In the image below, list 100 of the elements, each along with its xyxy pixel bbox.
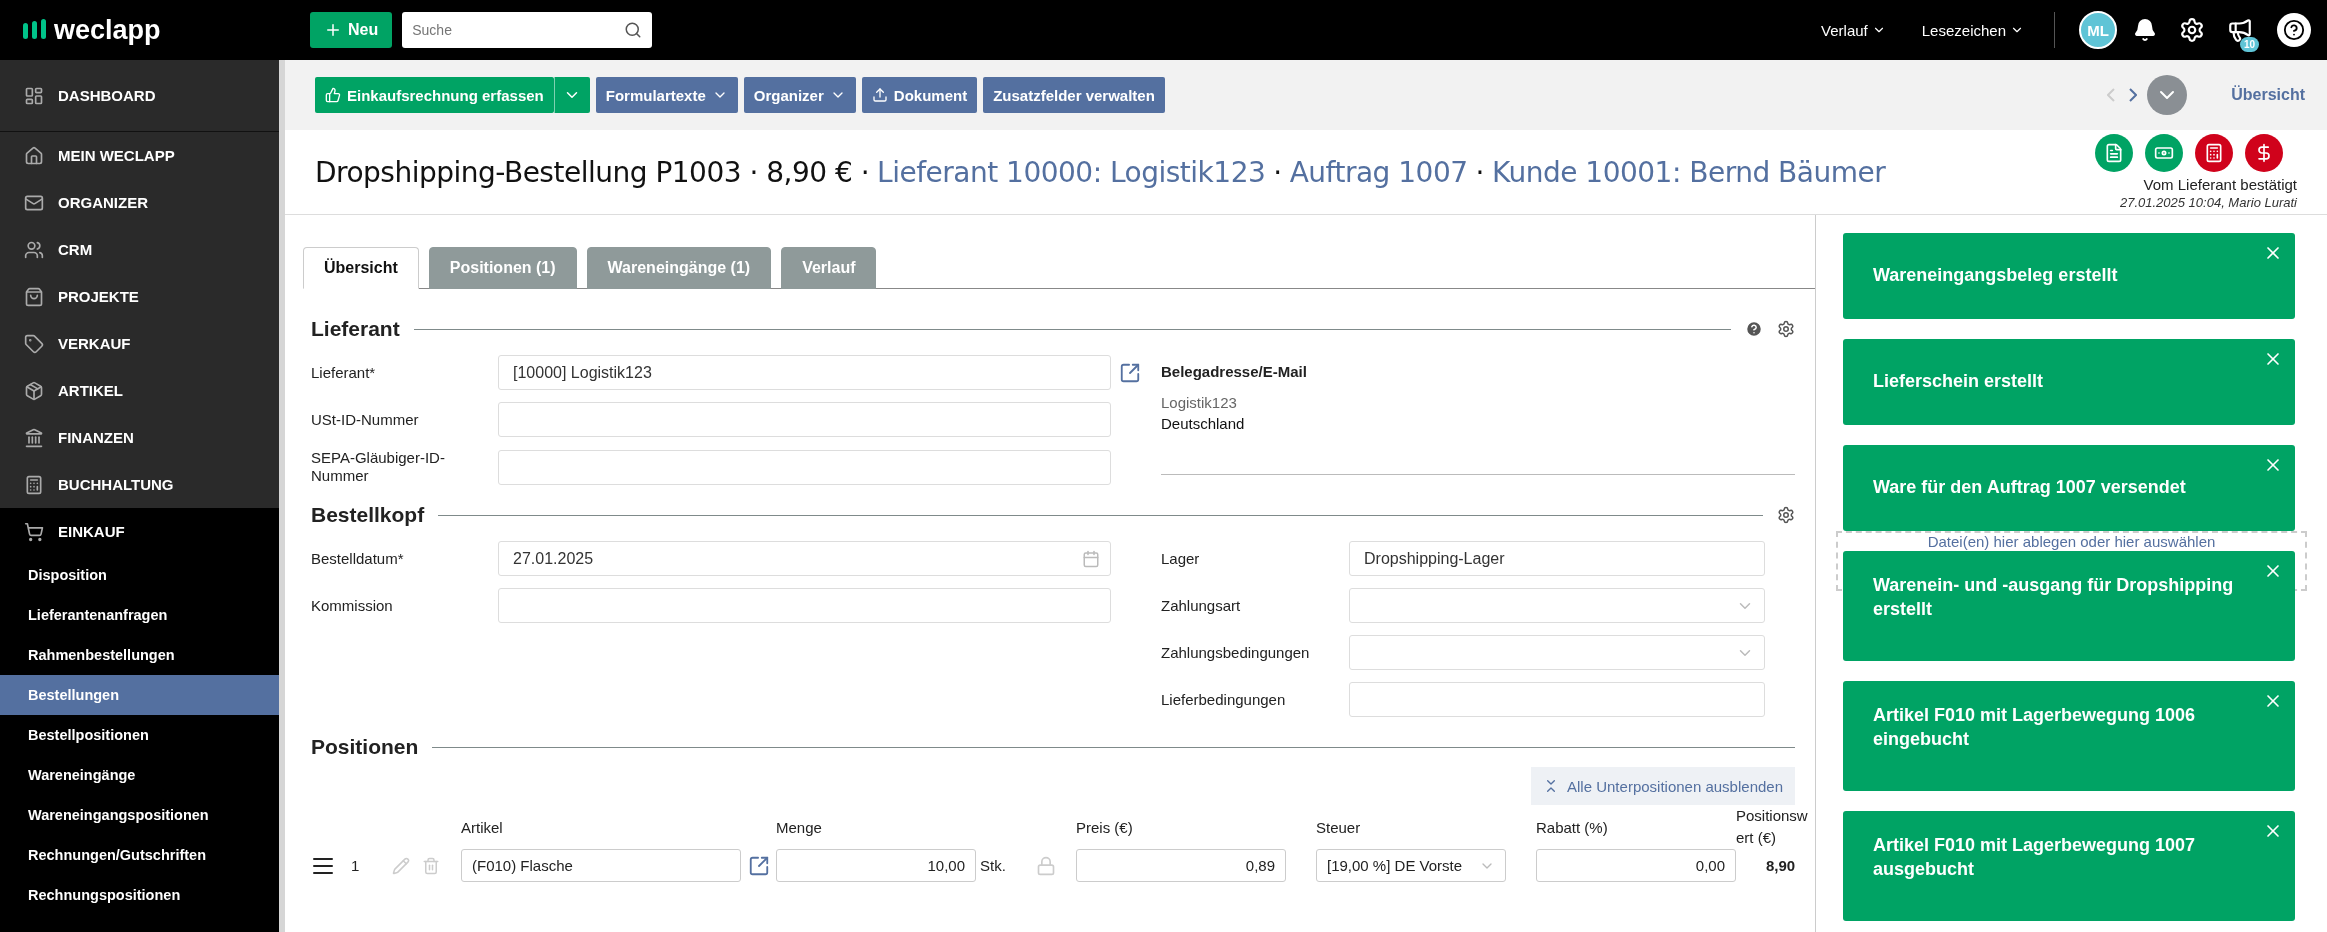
chevron-left-icon (2107, 88, 2116, 102)
section-title: Positionen (311, 735, 419, 759)
calendar-icon[interactable] (1082, 549, 1100, 568)
input-field[interactable] (1349, 682, 1765, 717)
overview-link[interactable]: Übersicht (2231, 86, 2305, 104)
dropdown-toggle[interactable] (553, 77, 590, 113)
tag-icon (24, 333, 44, 354)
page-title: · (1475, 155, 1484, 189)
sidebar-subitem[interactable]: Rechnungen/Gutschriften (0, 835, 279, 875)
search-icon[interactable] (624, 21, 643, 39)
sidebar-subitem[interactable]: Wareneingangspositionen (0, 795, 279, 835)
sidebar-subitem[interactable]: Lieferantenanfragen (0, 595, 279, 635)
section-title: Lieferant (311, 317, 400, 341)
tab[interactable]: Übersicht (303, 247, 419, 289)
column-header: Menge (776, 817, 823, 838)
expand-button[interactable] (2147, 75, 2188, 115)
status-label: Vom Lieferant bestätigt (2143, 176, 2297, 193)
date-field[interactable]: 27.01.2025 (498, 541, 1111, 576)
sidebar-subitem[interactable]: Rechnungspositionen (0, 875, 279, 915)
tax-select[interactable]: [19,00 %] DE Vorste (1316, 849, 1506, 882)
top-menu[interactable]: Verlauf (1815, 20, 1892, 40)
input-field[interactable] (498, 588, 1111, 623)
action-button[interactable]: Organizer (743, 77, 856, 113)
toast-message: Ware für den Auftrag 1007 versendet (1873, 477, 2186, 497)
sidebar-item[interactable]: DASHBOARD (0, 60, 279, 132)
sidebar-subitem[interactable]: Wareneingänge (0, 755, 279, 795)
collapse-button[interactable]: Alle Unterpositionen ausblenden (1531, 767, 1795, 805)
action-button[interactable]: Dokument (861, 77, 978, 113)
field-label: Zahlungsart (1161, 596, 1242, 615)
settings-icon (2179, 17, 2205, 43)
settings-icon[interactable] (1777, 506, 1795, 524)
bag-icon (24, 286, 44, 307)
field-label: Lager (1161, 549, 1201, 568)
address-line: Logistik123 (1161, 394, 1238, 411)
input-field[interactable]: [10000] Logistik123 (498, 355, 1111, 390)
field-label: Zahlungsbedingungen (1161, 643, 1311, 662)
title-link[interactable]: Lieferant 10000: Logistik123 (877, 155, 1266, 189)
field-label: Kommission (311, 596, 394, 615)
open-external-icon[interactable] (747, 854, 770, 877)
sidebar-subitem[interactable]: Rahmenbestellungen (0, 635, 279, 675)
section-title: Bestellkopf (311, 503, 425, 527)
field-label: USt-ID-Nummer (311, 410, 420, 429)
settings-icon[interactable] (1777, 320, 1795, 338)
search-field[interactable]: Suche (402, 12, 653, 48)
sidebar-subitem[interactable]: Bestellpositionen (0, 715, 279, 755)
discount-field[interactable]: 0,00 (1536, 849, 1736, 882)
toast-message: Warenein- und -ausgang für Dropshipping erstellt (1873, 575, 2234, 619)
sidebar-item[interactable]: CRM (0, 226, 279, 273)
count-badge: 10 (2239, 37, 2259, 52)
chevron-right-icon (2129, 88, 2138, 102)
field-label: SEPA-Gläubiger-ID-Nummer (311, 449, 446, 485)
input-field[interactable]: Dropshipping-Lager (1349, 541, 1765, 576)
sidebar-subitem[interactable]: Disposition (0, 555, 279, 595)
bank-icon (24, 427, 44, 448)
plus-icon (324, 21, 342, 39)
column-header: Preis (€) (1076, 817, 1134, 838)
calculator-icon (24, 474, 44, 495)
select-field[interactable] (1349, 635, 1765, 670)
toast-message: Artikel F010 mit Lagerbewegung 1007 ausgebucht (1873, 835, 2196, 879)
column-header: Rabatt (%) (1536, 817, 1609, 838)
sidebar-item[interactable]: ARTIKEL (0, 367, 279, 414)
input-field[interactable] (498, 449, 1111, 485)
address-line: Deutschland (1161, 415, 1246, 432)
sidebar-item[interactable]: VERKAUF (0, 320, 279, 367)
field-label: Lieferbedingungen (1161, 690, 1287, 709)
column-header: Steuer (1316, 817, 1362, 838)
document-icon[interactable] (2095, 134, 2133, 172)
unit-label: Stk. (979, 857, 1007, 874)
help-button[interactable] (2277, 13, 2311, 47)
quantity-field[interactable]: 10,00 (776, 849, 976, 882)
home-icon (24, 145, 44, 166)
column-header: Artikel (461, 817, 504, 838)
banknote-icon[interactable] (2145, 134, 2183, 172)
select-field[interactable] (1349, 588, 1765, 623)
toast-message: Artikel F010 mit Lagerbewegung 1006 eingebucht (1873, 705, 2196, 749)
title-link[interactable]: Auftrag 1007 (1289, 155, 1468, 189)
bell-icon (2133, 18, 2157, 42)
sidebar-group[interactable]: EINKAUF (0, 508, 279, 555)
input-field[interactable] (498, 402, 1111, 437)
top-menu[interactable]: Lesezeichen (1915, 20, 2030, 40)
action-button[interactable]: Zusatzfelder verwalten (983, 77, 1165, 113)
sidebar-item[interactable]: PROJEKTE (0, 273, 279, 320)
column-header: Positionswert (€) (1736, 806, 1809, 848)
toast-message: Lieferschein erstellt (1873, 371, 2044, 391)
title-link[interactable]: Kunde 10001: Bernd Bäumer (1491, 155, 1886, 189)
calculator-icon[interactable] (2195, 134, 2233, 172)
dashboard-icon (24, 85, 44, 106)
help-icon[interactable] (1745, 320, 1763, 338)
action-button[interactable]: Formulartexte (595, 77, 738, 113)
sidebar-item[interactable]: ORGANIZER (0, 179, 279, 226)
thumbs-up-icon (325, 87, 341, 103)
box-icon (24, 380, 44, 401)
sidebar-item[interactable]: BUCHHALTUNG (0, 461, 279, 508)
open-external-icon[interactable] (1119, 361, 1141, 384)
price-field[interactable]: 0,89 (1076, 849, 1286, 882)
sidebar-subitem[interactable]: Bestellungen (0, 675, 279, 715)
article-field[interactable]: (F010) Flasche (461, 849, 741, 882)
sidebar-item[interactable]: FINANZEN (0, 414, 279, 461)
sidebar-item[interactable]: MEIN WECLAPP (0, 132, 279, 179)
dollar-icon[interactable] (2245, 134, 2283, 172)
